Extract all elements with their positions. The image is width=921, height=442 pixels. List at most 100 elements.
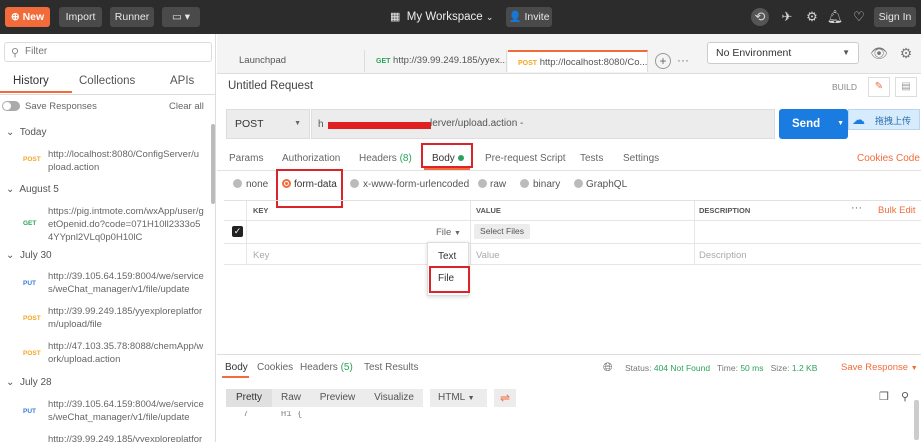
description-input[interactable]: Description [699, 250, 747, 261]
tab-get-request[interactable]: GET http://39.99.249.185/yyex... [366, 50, 507, 72]
bulk-edit-link[interactable]: Bulk Edit [878, 205, 916, 216]
format-select[interactable]: HTML ▼ [430, 389, 487, 407]
settings-sliders-icon[interactable]: ⚙ [894, 42, 918, 64]
heart-icon[interactable]: ♡ [850, 8, 868, 26]
tab-headers[interactable]: Headers (8) [359, 153, 412, 164]
history-group-august-5[interactable]: ⌄ August 5 [6, 184, 59, 195]
caret-down-icon: ▼ [910, 365, 918, 372]
dropdown-item-text[interactable]: Text [438, 251, 456, 262]
new-window-button[interactable]: ▭ ▾ [162, 7, 200, 27]
body-tab-highlight [421, 143, 473, 168]
key-column-header: KEY [253, 206, 269, 215]
top-bar: ⊕ New Import Runner ▭ ▾ ▦ My Workspace ⌄… [0, 0, 921, 34]
response-tab-body[interactable]: Body [225, 362, 248, 373]
new-tab-icon[interactable]: + [655, 53, 671, 69]
tab-pre-request-script[interactable]: Pre-request Script [485, 153, 566, 164]
cookies-link[interactable]: Cookies [857, 153, 893, 164]
code-link[interactable]: Code [896, 153, 920, 164]
tab-authorization[interactable]: Authorization [282, 153, 340, 164]
value-input[interactable]: Value [476, 250, 500, 261]
floating-upload-widget[interactable]: ☁ 拖拽上传 [848, 109, 920, 130]
radio-urlencoded[interactable] [350, 179, 359, 188]
invite-button[interactable]: 👤 Invite [506, 7, 552, 27]
plus-icon: ⊕ [10, 11, 23, 23]
filter-field[interactable]: ⚲ [4, 42, 212, 62]
eye-icon[interactable]: 👁︎ [867, 42, 891, 64]
active-tab-indicator [0, 91, 72, 93]
description-column-header: DESCRIPTION [699, 206, 751, 215]
response-tab-headers[interactable]: Headers (5) [300, 362, 353, 373]
edit-icon[interactable]: ✎ [868, 77, 890, 97]
bell-icon[interactable]: 🔔︎ [826, 8, 844, 26]
workspace-selector[interactable]: ▦ My Workspace ⌄ [390, 9, 500, 25]
response-tab-indicator [222, 376, 249, 378]
search-icon: ⚲ [11, 47, 20, 59]
sidebar-scrollbar[interactable] [211, 124, 215, 204]
new-button[interactable]: ⊕ New [5, 7, 50, 27]
sign-in-button[interactable]: Sign In [874, 7, 916, 27]
sync-off-icon[interactable]: ⟲ [751, 8, 769, 26]
search-icon[interactable]: ⚲ [901, 390, 909, 403]
key-input[interactable]: Key [253, 250, 269, 261]
form-data-table [224, 200, 921, 265]
history-item[interactable]: http://39.99.249.185/yyexploreplatfor [0, 433, 208, 442]
wrap-lines-icon[interactable]: ⇌ [494, 389, 516, 407]
view-preview[interactable]: Preview [310, 389, 365, 407]
tab-collections[interactable]: Collections [79, 75, 135, 87]
globe-icon[interactable]: 🌐︎ [603, 360, 613, 375]
tab-params[interactable]: Params [229, 153, 263, 164]
request-title[interactable]: Untitled Request [228, 80, 313, 92]
history-group-july-30[interactable]: ⌄ July 30 [6, 250, 52, 261]
response-tab-test-results[interactable]: Test Results [364, 362, 418, 373]
chevron-down-icon: ⌄ [485, 12, 494, 22]
divider [0, 94, 216, 95]
file-option-highlight [429, 266, 470, 293]
copy-icon[interactable]: ❐ [879, 390, 889, 403]
tab-history[interactable]: History [13, 75, 49, 87]
save-response-button[interactable]: Save Response ▼ [841, 362, 918, 373]
tab-post-request[interactable]: POST http://localhost:8080/Co... [508, 50, 648, 72]
radio-none[interactable] [233, 179, 242, 188]
row-enabled-checkbox[interactable]: ✓ [232, 226, 243, 237]
caret-down-icon: ▼ [837, 120, 844, 127]
environment-select[interactable]: No Environment ▼ [707, 42, 859, 64]
response-tab-cookies[interactable]: Cookies [257, 362, 293, 373]
response-scrollbar[interactable] [914, 400, 919, 440]
url-input[interactable]: h lerver/upload.action - [311, 109, 775, 139]
tab-apis[interactable]: APIs [170, 75, 194, 87]
caret-down-icon: ▼ [467, 395, 475, 402]
history-group-july-28[interactable]: ⌄ July 28 [6, 377, 52, 388]
add-user-icon: 👤 [508, 11, 522, 23]
sidebar: ⚲ History Collections APIs Save Response… [0, 34, 216, 442]
type-select[interactable]: File ▼ [436, 227, 461, 238]
select-files-button[interactable]: Select Files [474, 224, 530, 239]
radio-graphql-label: GraphQL [586, 179, 628, 190]
code-line: 7 H1 { [243, 411, 303, 419]
redacted-url-bar [328, 122, 431, 129]
clear-all-button[interactable]: Clear all [169, 101, 204, 112]
tab-settings[interactable]: Settings [623, 153, 659, 164]
more-options-icon[interactable]: ··· [851, 202, 862, 214]
runner-button[interactable]: Runner [110, 7, 154, 27]
upload-cloud-icon: ☁ [852, 112, 865, 127]
send-button[interactable]: Send ▼ [779, 109, 848, 139]
gear-icon[interactable]: ⚙ [803, 8, 821, 26]
radio-binary[interactable] [520, 179, 529, 188]
more-tabs-icon[interactable]: ··· [677, 53, 689, 67]
method-select[interactable]: POST ▼ [226, 109, 310, 139]
tab-launchpad[interactable]: Launchpad [227, 50, 365, 72]
radio-none-label: none [246, 179, 269, 190]
filter-input[interactable] [25, 46, 205, 57]
import-button[interactable]: Import [59, 7, 102, 27]
documentation-icon[interactable]: ▤ [895, 77, 917, 97]
tab-tests[interactable]: Tests [580, 153, 603, 164]
radio-graphql[interactable] [574, 179, 583, 188]
history-group-today[interactable]: ⌄ Today [6, 127, 46, 138]
view-visualize[interactable]: Visualize [365, 389, 423, 407]
caret-down-icon: ▼ [842, 48, 850, 57]
interceptor-icon[interactable]: ✈ [778, 8, 796, 26]
save-responses-toggle[interactable] [2, 101, 20, 111]
view-pretty[interactable]: Pretty [226, 389, 272, 407]
view-raw[interactable]: Raw [272, 389, 310, 407]
radio-raw[interactable] [478, 179, 487, 188]
